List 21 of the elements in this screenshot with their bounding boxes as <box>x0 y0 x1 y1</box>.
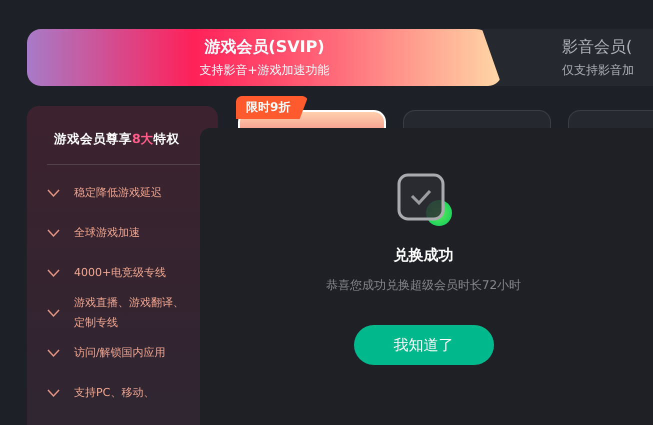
confirm-button[interactable]: 我知道了 <box>354 325 494 365</box>
success-check-icon <box>396 172 452 228</box>
dialog-title: 兑换成功 <box>394 246 454 265</box>
privilege-text: 全球游戏加速 <box>74 225 141 241</box>
privileges-title: 游戏会员尊享8大特权 <box>54 130 181 148</box>
discount-badge: 限时9折 <box>236 96 308 119</box>
membership-tab[interactable]: 游戏会员(SVIP) 支持影音+游戏加速功能 <box>27 29 502 86</box>
check-icon <box>47 308 60 318</box>
privilege-text: 支持PC、移动、 <box>74 385 156 401</box>
privilege-text: 稳定降低游戏延迟 <box>74 185 163 201</box>
check-icon <box>47 348 60 358</box>
membership-tab[interactable]: 影音会员( 仅支持影音加 <box>502 29 634 86</box>
privilege-text: 游戏直播、游戏翻译、定制专线 <box>74 295 185 331</box>
plan-card[interactable] <box>403 110 551 128</box>
dialog-message: 恭喜您成功兑换超级会员时长72小时 <box>326 277 522 294</box>
privilege-text: 4000+电竞级专线 <box>74 265 168 281</box>
check-icon <box>47 188 60 198</box>
privilege-text: 访问/解锁国内应用 <box>74 345 167 361</box>
check-icon <box>47 268 60 278</box>
check-icon <box>47 228 60 238</box>
check-icon <box>47 388 60 398</box>
